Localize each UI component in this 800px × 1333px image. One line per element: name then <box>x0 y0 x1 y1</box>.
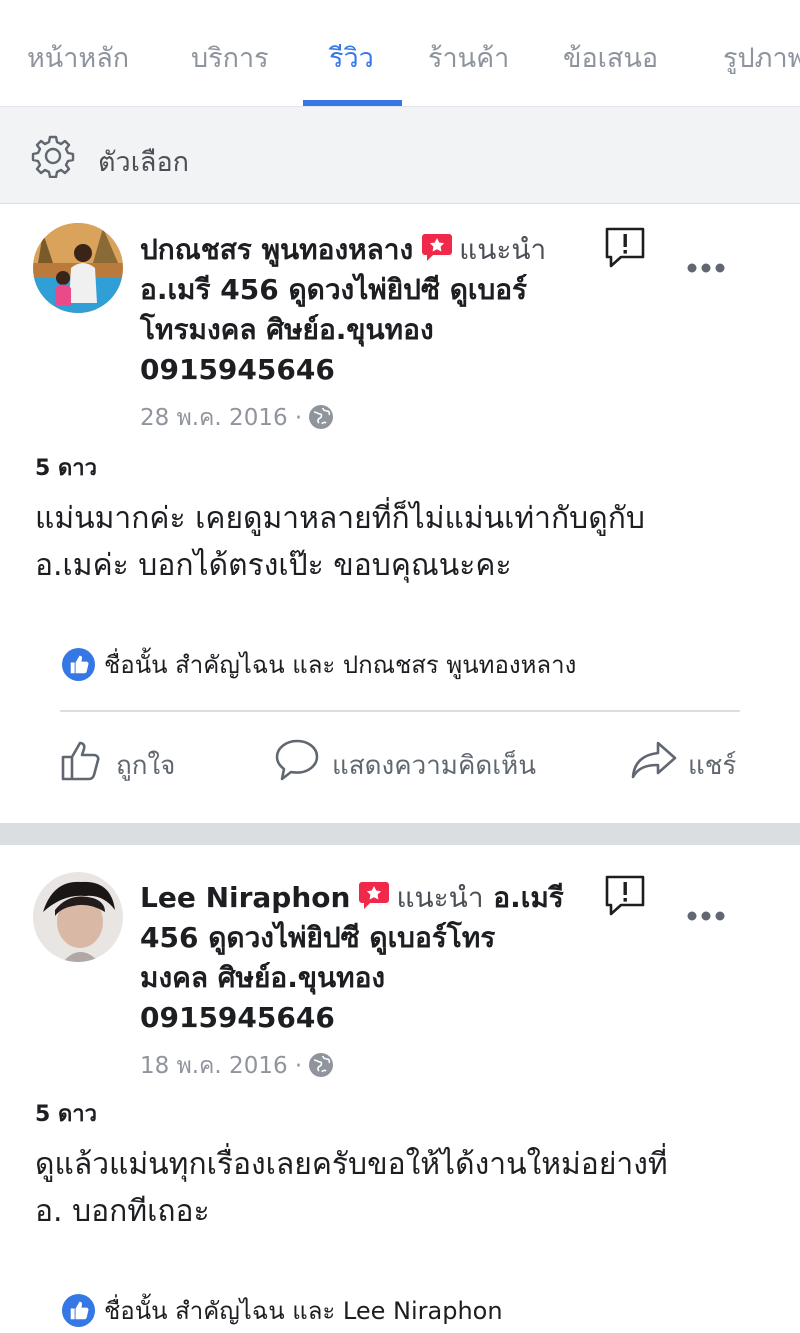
like-badge-icon <box>61 1293 96 1328</box>
report-flag-icon[interactable] <box>603 873 647 917</box>
review-text-line: อ.เมค่ะ บอกได้ตรงเป๊ะ ขอบคุณนะคะ <box>35 548 512 583</box>
tab-home[interactable]: หน้าหลัก <box>27 36 129 79</box>
tab-services[interactable]: บริการ <box>191 36 269 79</box>
globe-icon <box>309 1053 334 1077</box>
avatar[interactable] <box>33 223 123 313</box>
report-flag-icon[interactable] <box>603 225 647 269</box>
tab-photos[interactable]: รูปภาพ <box>723 36 800 79</box>
recommend-label: แนะนำ <box>459 233 547 266</box>
thumbs-up-icon <box>61 741 100 781</box>
review-header: ปกณชสร พูนทองหลาง แนะนำ อ.เมรี 456 ดูดวงไ… <box>140 230 590 390</box>
review-text: ดูแล้วแม่นทุกเรื่องเลยครับขอให้ได้งานใหม… <box>35 1141 775 1235</box>
reactions-summary[interactable]: ชื่อนั้น สำคัญไฉน และ Lee Niraphon <box>61 1291 503 1330</box>
recommend-star-icon <box>422 234 453 261</box>
comment-button[interactable]: แสดงความคิดเห็น <box>274 737 564 785</box>
author-name[interactable]: Lee Niraphon <box>140 881 350 914</box>
date-text[interactable]: 28 พ.ค. 2016 · <box>140 405 302 431</box>
page-name-line[interactable]: อ.เมรี <box>493 881 564 914</box>
review-text-line: อ. บอกทีเถอะ <box>35 1194 210 1229</box>
page-phone[interactable]: 0915945646 <box>140 353 335 386</box>
globe-icon <box>309 405 334 429</box>
page-name-line[interactable]: มงคล ศิษย์อ.ขุนทอง <box>140 961 385 994</box>
review-text: แม่นมากค่ะ เคยดูมาหลายที่ก็ไม่แม่นเท่ากั… <box>35 495 775 589</box>
options-bar[interactable]: ตัวเลือก <box>0 106 800 204</box>
like-label: ถูกใจ <box>116 751 176 781</box>
more-icon[interactable] <box>686 262 726 274</box>
share-icon <box>631 741 677 779</box>
like-button[interactable]: ถูกใจ <box>60 737 200 785</box>
date-text[interactable]: 18 พ.ค. 2016 · <box>140 1053 302 1079</box>
reactions-summary[interactable]: ชื่อนั้น สำคัญไฉน และ ปกณชสร พูนทองหลาง <box>61 645 576 684</box>
recommend-star-icon <box>359 882 390 909</box>
review-card: Lee Niraphon แนะนำ อ.เมรี 456 ดูดวงไพ่ยิป… <box>0 845 800 1333</box>
page-name-line[interactable]: อ.เมรี 456 ดูดวงไพ่ยิปซี ดูเบอร์ <box>140 273 527 306</box>
star-rating: 5 ดาว <box>35 456 97 481</box>
page-tabs: หน้าหลัก บริการ รีวิว ร้านค้า ข้อเสนอ รู… <box>0 0 800 106</box>
reactions-text: ชื่อนั้น สำคัญไฉน และ Lee Niraphon <box>104 1297 503 1325</box>
options-label: ตัวเลือก <box>98 147 190 178</box>
review-date: 18 พ.ค. 2016 · <box>140 1048 334 1084</box>
review-text-line: แม่นมากค่ะ เคยดูมาหลายที่ก็ไม่แม่นเท่ากั… <box>35 501 645 536</box>
tab-reviews[interactable]: รีวิว <box>329 36 374 79</box>
recommend-label: แนะนำ <box>396 881 484 914</box>
star-rating: 5 ดาว <box>35 1102 97 1127</box>
like-badge-icon <box>61 647 96 682</box>
review-text-line: ดูแล้วแม่นทุกเรื่องเลยครับขอให้ได้งานใหม… <box>35 1147 668 1182</box>
author-name[interactable]: ปกณชสร พูนทองหลาง <box>140 233 413 266</box>
tab-shop[interactable]: ร้านค้า <box>428 36 509 79</box>
share-label: แชร์ <box>688 751 737 781</box>
section-divider <box>0 823 800 845</box>
divider <box>60 710 740 712</box>
share-button[interactable]: แชร์ <box>630 737 750 785</box>
page-phone[interactable]: 0915945646 <box>140 1001 335 1034</box>
tab-offers[interactable]: ข้อเสนอ <box>563 36 658 79</box>
review-date: 28 พ.ค. 2016 · <box>140 400 334 436</box>
reactions-text: ชื่อนั้น สำคัญไฉน และ ปกณชสร พูนทองหลาง <box>104 651 577 679</box>
comment-label: แสดงความคิดเห็น <box>332 751 537 781</box>
review-header: Lee Niraphon แนะนำ อ.เมรี 456 ดูดวงไพ่ยิป… <box>140 878 590 1038</box>
page-name-line[interactable]: 456 ดูดวงไพ่ยิปซี ดูเบอร์โทร <box>140 921 495 954</box>
comment-icon <box>275 739 319 781</box>
page-name-line[interactable]: โทรมงคล ศิษย์อ.ขุนทอง <box>140 313 434 346</box>
more-icon[interactable] <box>686 910 726 922</box>
avatar[interactable] <box>33 872 123 962</box>
review-card: ปกณชสร พูนทองหลาง แนะนำ อ.เมรี 456 ดูดวงไ… <box>0 205 800 823</box>
gear-icon <box>31 135 75 178</box>
